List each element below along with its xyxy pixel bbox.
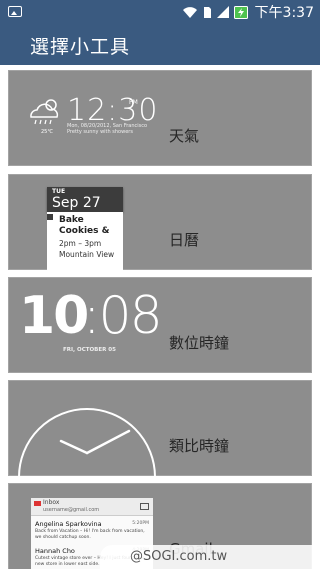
weather-temp: 25℃ [41,129,53,135]
calendar-day: TUE [52,188,66,195]
gmail-header: Inbox username@gmail.com [31,498,153,516]
compose-icon [140,503,149,510]
calendar-event-location: Mountain View [59,250,115,259]
digital-clock-minute: :08 [83,286,163,346]
widget-label-weather: 天氣 [169,127,200,145]
widget-calendar[interactable]: TUE Sep 27 Bake Cookies & Make Ice Cream… [8,174,312,271]
weather-desc: Pretty sunny with showers [67,129,133,135]
status-time: 下午3:37 [254,5,314,21]
gmail-folder: Inbox [43,499,60,506]
battery-charging-icon [233,6,248,19]
calendar-preview: TUE Sep 27 Bake Cookies & Make Ice Cream… [47,187,123,271]
digital-clock-hour: 10 [19,286,89,346]
weather-ampm: PM [129,99,138,106]
widget-label-calendar: 日曆 [169,231,200,249]
calendar-event-time: 2pm – 3pm [59,239,102,248]
watermark-text: @SOGI.com.tw [130,549,228,564]
weather-meta: Mon, 08/20/2012, San Francisco Pretty su… [67,123,147,135]
signal-icon [216,6,229,18]
calendar-event-title: Bake Cookies & Make Ice Cream [59,215,110,236]
widget-weather[interactable]: 25℃ 12:30 PM Mon, 08/20/2012, San Franci… [8,70,312,166]
wifi-icon [182,7,197,18]
gmail-message-sender: Hannah Cho [35,547,75,555]
page-title: 選擇小工具 [30,36,131,58]
widget-label-digital-clock: 數位時鐘 [169,334,230,352]
digital-clock-date: FRI, OCTOBER 05 [63,347,116,353]
image-icon [8,6,22,17]
widget-digital-clock[interactable]: 10 :08 FRI, OCTOBER 05 數位時鐘 [8,277,312,373]
status-icons: 下午3:37 [182,2,314,22]
gmail-account: username@gmail.com [43,507,100,513]
watermark: @SOGI.com.tw [100,545,320,569]
calendar-event-marker [47,214,53,220]
sim-icon [203,6,211,18]
weather-cloud-icon [30,99,59,125]
gmail-message-time: 5:20PM [132,521,149,526]
app-bar: 選擇小工具 [0,24,320,65]
widget-label-analog-clock: 類比時鐘 [169,437,230,455]
analog-clock-face [18,408,156,477]
gmail-message-subject: Back from Vacation – Hi! I'm back from v… [35,529,145,540]
gmail-logo-icon [34,501,41,506]
calendar-header: TUE Sep 27 [47,187,123,212]
calendar-date: Sep 27 [52,195,101,211]
status-bar: 下午3:37 [0,0,320,24]
widget-analog-clock[interactable]: 類比時鐘 [8,380,312,477]
gmail-message-sender: Angelina Sparkovina [35,520,102,528]
